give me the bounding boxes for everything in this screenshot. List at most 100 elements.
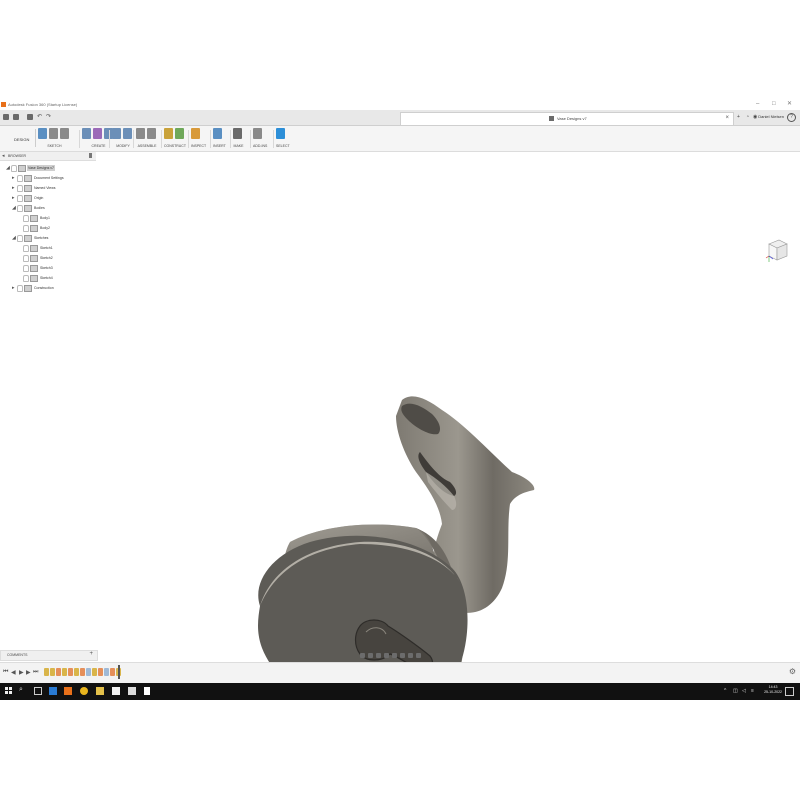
redo-icon[interactable]: ↷ — [46, 113, 51, 120]
browser-node-sketch2[interactable]: Sketch2 — [18, 254, 98, 262]
save-icon[interactable] — [27, 114, 33, 120]
browser-node-vase-designs-v7[interactable]: ◢ Vase Designs v7 — [6, 164, 86, 172]
file-explorer-icon[interactable] — [96, 687, 104, 695]
browser-node-named-views[interactable]: ▸ Named Views — [12, 184, 92, 192]
ribbon-group-insert[interactable]: INSERT — [213, 128, 226, 150]
visibility-bulb-icon[interactable] — [17, 235, 23, 242]
ribbon-group-add-ins[interactable]: ADD-INS — [253, 128, 267, 150]
fit-icon[interactable] — [392, 653, 397, 658]
data-panel-icon[interactable] — [3, 114, 9, 120]
construct-tool-2-icon[interactable] — [175, 128, 184, 139]
workspace-switcher[interactable]: DESIGN — [2, 129, 36, 147]
grid-settings-icon[interactable] — [408, 653, 413, 658]
expand-arrow-icon[interactable]: ◢ — [12, 205, 16, 211]
select-tool-1-icon[interactable] — [276, 128, 285, 139]
assemble-tool-2-icon[interactable] — [147, 128, 156, 139]
expand-arrow-icon[interactable]: ▸ — [12, 185, 15, 191]
chrome-icon[interactable] — [80, 687, 88, 695]
ribbon-group-sketch[interactable]: SKETCH — [38, 128, 71, 150]
add-comment-icon[interactable]: + — [89, 651, 93, 657]
browser-node-body1[interactable]: Body1 — [18, 214, 98, 222]
ribbon-group-inspect[interactable]: INSPECT — [191, 128, 206, 150]
mail-icon[interactable] — [128, 687, 136, 695]
minimize-button[interactable]: – — [756, 101, 759, 108]
last-step-icon[interactable]: ⏭ — [33, 669, 38, 676]
play-icon[interactable]: ▶ — [19, 669, 24, 676]
expand-arrow-icon[interactable]: ◢ — [12, 235, 16, 241]
zoom-icon[interactable] — [384, 653, 389, 658]
add-ins-tool-1-icon[interactable] — [253, 128, 262, 139]
comments-panel[interactable]: COMMENTS + — [0, 650, 98, 661]
modify-tool-2-icon[interactable] — [123, 128, 132, 139]
visibility-bulb-icon[interactable] — [23, 265, 29, 272]
ribbon-group-create[interactable]: CREATE — [82, 128, 115, 150]
timeline-feature-icon[interactable] — [86, 668, 91, 676]
search-icon[interactable]: ⌕ — [19, 686, 27, 694]
taskbar-clock[interactable]: 14:43 25-10-2022 — [764, 685, 782, 695]
visibility-bulb-icon[interactable] — [17, 175, 23, 182]
timeline-feature-icon[interactable] — [80, 668, 85, 676]
viewcube-icon[interactable] — [765, 236, 791, 264]
notifications-icon[interactable]: ◉ — [753, 114, 757, 120]
pin-icon[interactable] — [89, 153, 92, 158]
volume-icon[interactable]: ◁ — [742, 688, 746, 694]
visibility-bulb-icon[interactable] — [23, 255, 29, 262]
timeline-feature-icon[interactable] — [62, 668, 67, 676]
new-tab-icon[interactable]: + — [737, 114, 740, 120]
visibility-bulb-icon[interactable] — [17, 205, 23, 212]
timeline-feature-icon[interactable] — [104, 668, 109, 676]
create-tool-1-icon[interactable] — [82, 128, 91, 139]
sketch-tool-3-icon[interactable] — [60, 128, 69, 139]
inspect-tool-1-icon[interactable] — [191, 128, 200, 139]
action-center-icon[interactable] — [785, 687, 794, 696]
file-menu-icon[interactable] — [13, 114, 19, 120]
timeline-feature-icon[interactable] — [98, 668, 103, 676]
collapse-browser-icon[interactable]: ◂ — [2, 153, 5, 159]
sketch-tool-1-icon[interactable] — [38, 128, 47, 139]
ribbon-group-assemble[interactable]: ASSEMBLE — [136, 128, 158, 150]
close-tab-icon[interactable]: × — [725, 115, 729, 121]
first-step-icon[interactable]: ⏮ — [3, 669, 8, 676]
browser-node-sketch3[interactable]: Sketch3 — [18, 264, 98, 272]
task-view-icon[interactable] — [34, 687, 42, 695]
browser-node-sketches[interactable]: ◢ Sketches — [12, 234, 92, 242]
display-settings-icon[interactable] — [400, 653, 405, 658]
app-icon[interactable] — [144, 687, 150, 695]
pan-icon[interactable] — [376, 653, 381, 658]
construct-tool-1-icon[interactable] — [164, 128, 173, 139]
language-icon[interactable]: ≡ — [751, 688, 754, 694]
browser-node-body2[interactable]: Body2 — [18, 224, 98, 232]
browser-node-sketch1[interactable]: Sketch1 — [18, 244, 98, 252]
timeline-feature-icon[interactable] — [110, 668, 115, 676]
modify-tool-1-icon[interactable] — [112, 128, 121, 139]
visibility-bulb-icon[interactable] — [23, 245, 29, 252]
visibility-bulb-icon[interactable] — [17, 195, 23, 202]
sketch-tool-2-icon[interactable] — [49, 128, 58, 139]
timeline-marker[interactable] — [118, 665, 120, 679]
visibility-bulb-icon[interactable] — [17, 285, 23, 292]
timeline-feature-icon[interactable] — [44, 668, 49, 676]
viewports-icon[interactable] — [416, 653, 421, 658]
browser-node-origin[interactable]: ▸ Origin — [12, 194, 92, 202]
timeline-feature-icon[interactable] — [56, 668, 61, 676]
store-icon[interactable] — [112, 687, 120, 695]
timeline-feature-icon[interactable] — [50, 668, 55, 676]
timeline-settings-icon[interactable]: ⚙ — [789, 667, 796, 676]
undo-icon[interactable]: ↶ — [37, 113, 42, 120]
browser-node-document-settings[interactable]: ▸ Document Settings — [12, 174, 92, 182]
visibility-bulb-icon[interactable] — [11, 165, 17, 172]
user-account-button[interactable]: Daniel Nielsen — [758, 114, 784, 119]
previous-step-icon[interactable]: ◀ — [11, 669, 16, 676]
expand-arrow-icon[interactable]: ◢ — [6, 165, 10, 171]
maximize-button[interactable]: □ — [772, 101, 776, 108]
network-icon[interactable]: ◫ — [733, 688, 738, 694]
create-tool-2-icon[interactable] — [93, 128, 102, 139]
next-step-icon[interactable]: ▶ — [26, 669, 31, 676]
windows-start-icon[interactable] — [5, 687, 12, 694]
fusion-taskbar-icon[interactable] — [64, 687, 72, 695]
visibility-bulb-icon[interactable] — [17, 185, 23, 192]
expand-arrow-icon[interactable]: ▸ — [12, 285, 15, 291]
browser-node-sketch4[interactable]: Sketch4 — [18, 274, 98, 282]
edge-icon[interactable] — [49, 687, 57, 695]
ribbon-group-construct[interactable]: CONSTRUCT — [164, 128, 186, 150]
